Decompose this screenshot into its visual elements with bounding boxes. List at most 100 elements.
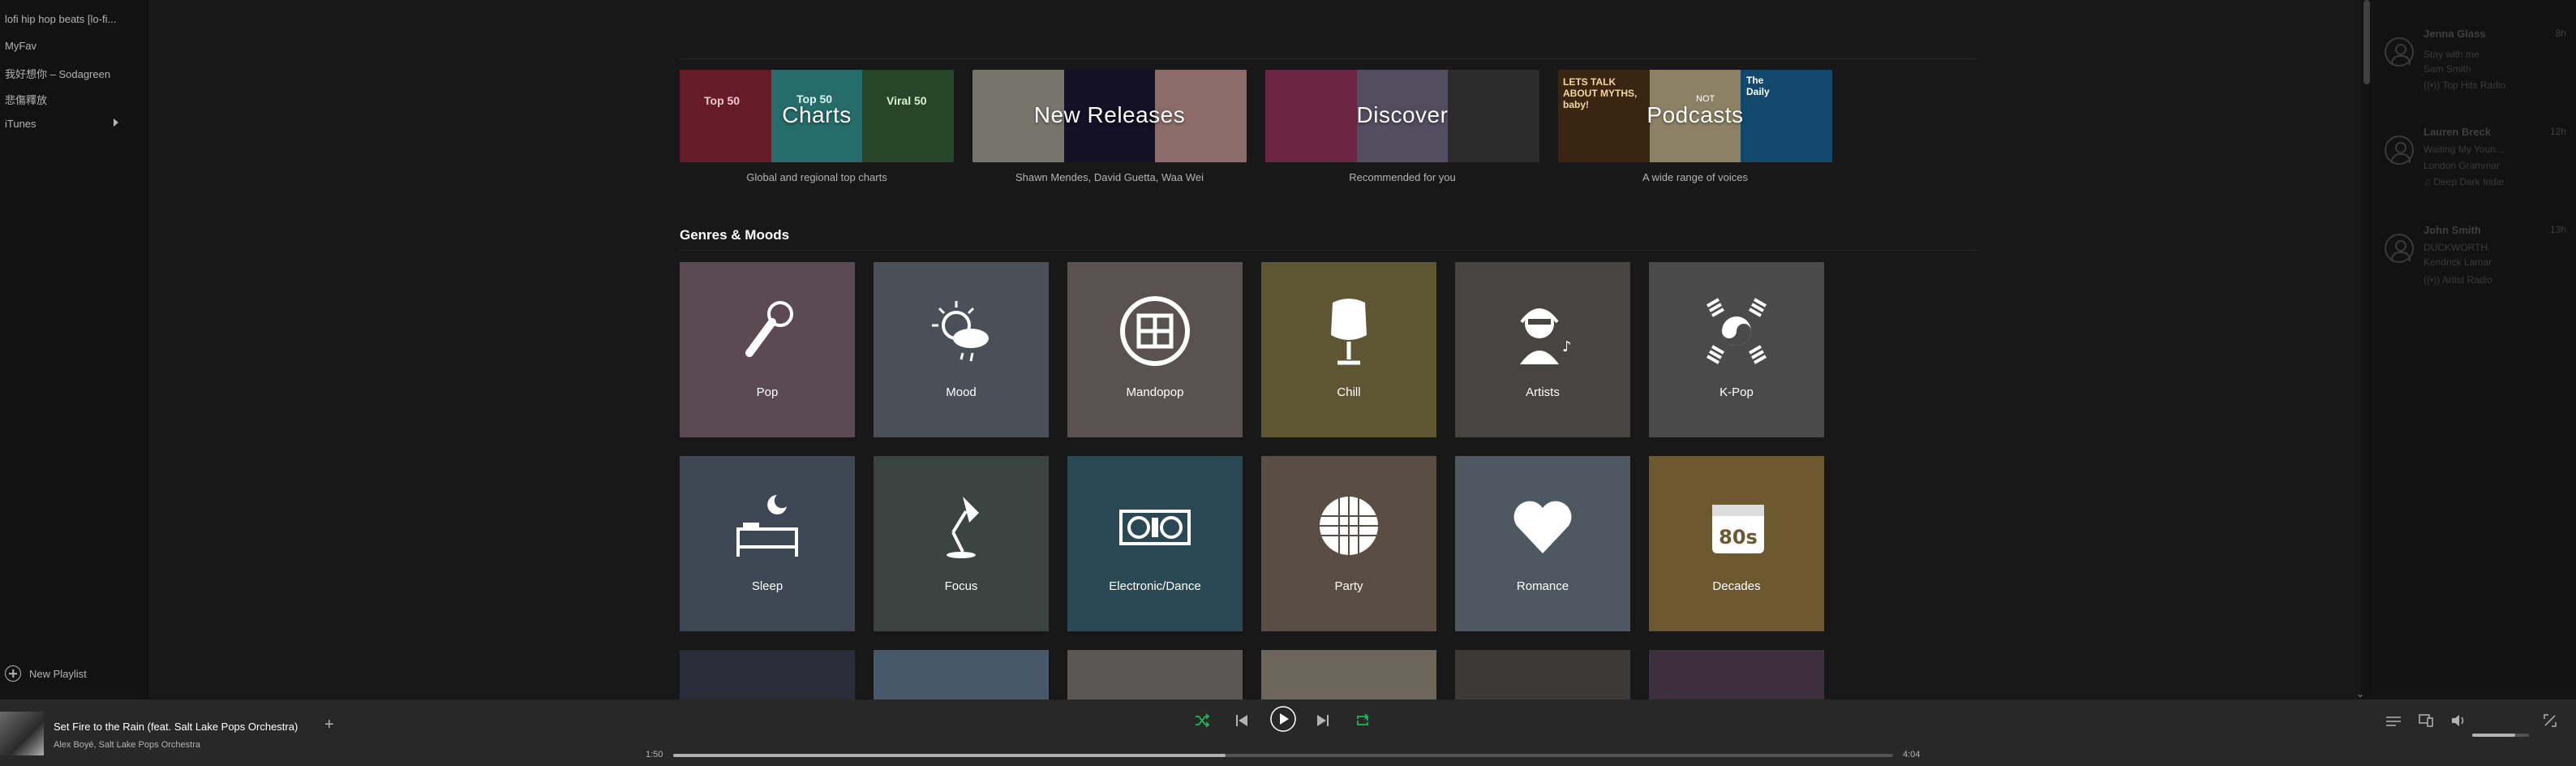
- genre-label: Romance: [1516, 579, 1569, 593]
- weather-icon: [932, 301, 989, 362]
- genre-label: Decades: [1712, 579, 1761, 593]
- calendar-80s-icon: 80s: [1712, 505, 1764, 553]
- genre-tile-focus[interactable]: Focus: [874, 456, 1049, 631]
- avatar: [2385, 234, 2414, 263]
- volume-slider[interactable]: [2472, 734, 2529, 737]
- add-to-library-button[interactable]: +: [324, 716, 334, 734]
- browse-card-charts[interactable]: Top 50 Top 50 Viral 50 Charts: [680, 70, 954, 162]
- browse-card-title: New Releases: [1033, 102, 1186, 127]
- genre-tile-artists[interactable]: ♪ Artists: [1455, 262, 1630, 437]
- svg-text:80s: 80s: [1719, 526, 1758, 549]
- genre-tile-chill[interactable]: Chill: [1261, 262, 1436, 437]
- egg-chair-icon: [1331, 299, 1367, 365]
- sidebar-folder-itunes[interactable]: iTunes: [5, 118, 127, 130]
- friend-artist[interactable]: Sam Smith: [2424, 63, 2471, 75]
- genre-label: Pop: [756, 385, 779, 399]
- microphone-icon: [745, 301, 793, 357]
- sidebar-playlist-item[interactable]: MyFav: [5, 40, 127, 52]
- desk-lamp-icon: [947, 497, 979, 558]
- genre-label: Electronic/Dance: [1109, 579, 1201, 593]
- player-bar: Set Fire to the Rain (feat. Salt Lake Po…: [0, 699, 2576, 766]
- friend-track[interactable]: DUCKWORTH.: [2424, 242, 2490, 253]
- genre-tile-decades[interactable]: 80s Decades: [1649, 456, 1824, 631]
- korean-flag-icon: [1707, 298, 1767, 364]
- volume-icon[interactable]: [2451, 714, 2466, 727]
- playback-progress-bar[interactable]: [673, 754, 1893, 757]
- genre-tile-sleep[interactable]: Sleep: [680, 456, 855, 631]
- genre-tile-mandopop[interactable]: Mandopop: [1067, 262, 1243, 437]
- repeat-icon[interactable]: [1355, 712, 1371, 729]
- chinese-knot-icon: [1120, 296, 1190, 366]
- friend-name[interactable]: Lauren Breck: [2424, 126, 2491, 138]
- artist-headphones-icon: ♪: [1520, 308, 1572, 364]
- main-scrollbar-thumb[interactable]: [2363, 0, 2370, 84]
- friend-artist[interactable]: Kendrick Lamar: [2424, 256, 2492, 268]
- now-playing-artist[interactable]: Alex Boyé, Salt Lake Pops Orchestra: [54, 740, 200, 750]
- genre-label: Sleep: [751, 579, 784, 593]
- friend-track[interactable]: Waiting My Youn...: [2424, 144, 2504, 155]
- queue-icon[interactable]: [2386, 716, 2401, 727]
- devices-icon[interactable]: [2419, 714, 2433, 727]
- sidebar: lofi hip hop beats [lo-fi... MyFav 我好想你 …: [0, 0, 148, 699]
- friend-context[interactable]: ((•)) Artist Radio: [2424, 274, 2492, 286]
- browse-card-subtitle: Shawn Mendes, David Guetta, Waa Wei: [1015, 171, 1204, 183]
- browse-card-discover[interactable]: Discover: [1265, 70, 1539, 162]
- genre-tile[interactable]: [1455, 650, 1630, 699]
- playback-progress-fill: [673, 754, 1226, 757]
- next-track-icon[interactable]: [1317, 714, 1329, 727]
- friend-context[interactable]: ((•)) Top Hits Radio: [2424, 80, 2505, 91]
- scroll-down-arrow-icon[interactable]: ⌄: [2356, 688, 2364, 699]
- tile-label: The Daily: [1746, 75, 1770, 97]
- friend-name[interactable]: John Smith: [2424, 224, 2481, 236]
- genre-tile[interactable]: [1261, 650, 1436, 699]
- genre-label: Focus: [944, 579, 978, 593]
- genre-tile-party[interactable]: Party: [1261, 456, 1436, 631]
- browse-card-subtitle: Global and regional top charts: [746, 171, 887, 183]
- friend-time: 13h: [2549, 224, 2566, 235]
- volume-slider-fill: [2472, 734, 2515, 737]
- genre-tile[interactable]: [680, 650, 855, 699]
- genre-label: Artists: [1526, 385, 1560, 399]
- now-playing-cover[interactable]: [0, 712, 44, 755]
- genre-tile-kpop[interactable]: K-Pop: [1649, 262, 1824, 437]
- elapsed-time: 1:50: [646, 750, 663, 760]
- sidebar-playlist-item[interactable]: 我好想你 – Sodagreen: [5, 66, 127, 81]
- browse-card-new-releases[interactable]: New Releases: [972, 70, 1247, 162]
- friend-name[interactable]: Jenna Glass: [2424, 28, 2486, 40]
- svg-text:♪: ♪: [1562, 338, 1572, 355]
- sidebar-playlist-item[interactable]: 悲傷釋放: [5, 92, 127, 107]
- turntable-icon: [1119, 510, 1191, 545]
- main-scrollbar[interactable]: [2361, 0, 2372, 699]
- genre-tile-mood[interactable]: Mood: [874, 262, 1049, 437]
- friend-activity-panel: Jenna Glass 8h Stay with me Sam Smith ((…: [2373, 0, 2576, 699]
- genre-tile-romance[interactable]: Romance: [1455, 456, 1630, 631]
- friend-artist[interactable]: London Grammar: [2424, 160, 2500, 171]
- previous-track-icon[interactable]: [1236, 714, 1247, 727]
- now-playing-title[interactable]: Set Fire to the Rain (feat. Salt Lake Po…: [54, 721, 298, 733]
- friend-track[interactable]: Stay with me: [2424, 49, 2479, 60]
- friend-context[interactable]: ♫ Deep Dark Indie: [2424, 176, 2504, 187]
- play-button[interactable]: [1270, 706, 1296, 732]
- genre-label: Chill: [1337, 385, 1361, 399]
- browse-card-podcasts[interactable]: LETS TALK ABOUT MYTHS, baby! NOT The Dai…: [1558, 70, 1832, 162]
- genre-tile-electronic-dance[interactable]: Electronic/Dance: [1067, 456, 1243, 631]
- genre-tile[interactable]: [874, 650, 1049, 699]
- genre-tile[interactable]: [1649, 650, 1824, 699]
- friend-time: 8h: [2555, 28, 2566, 39]
- browse-card-subtitle: Recommended for you: [1349, 171, 1456, 183]
- genre-tile-pop[interactable]: Pop: [680, 262, 855, 437]
- fullscreen-icon[interactable]: [2544, 714, 2557, 727]
- browse-card-subtitle: A wide range of voices: [1642, 171, 1749, 183]
- new-playlist-button[interactable]: New Playlist: [5, 665, 87, 682]
- section-divider: [680, 250, 1977, 251]
- radio-icon: ((•)): [2424, 80, 2443, 91]
- friend-time: 12h: [2549, 126, 2566, 137]
- genres-moods-heading: Genres & Moods: [680, 227, 790, 243]
- sidebar-playlist-item[interactable]: lofi hip hop beats [lo-fi...: [5, 13, 127, 25]
- folder-expand-arrow-icon[interactable]: [114, 118, 118, 127]
- avatar: [2385, 136, 2414, 165]
- shuffle-icon[interactable]: [1194, 712, 1210, 729]
- plus-circle-icon: [5, 665, 21, 682]
- genre-tile[interactable]: [1067, 650, 1243, 699]
- genre-label: Mood: [946, 385, 977, 399]
